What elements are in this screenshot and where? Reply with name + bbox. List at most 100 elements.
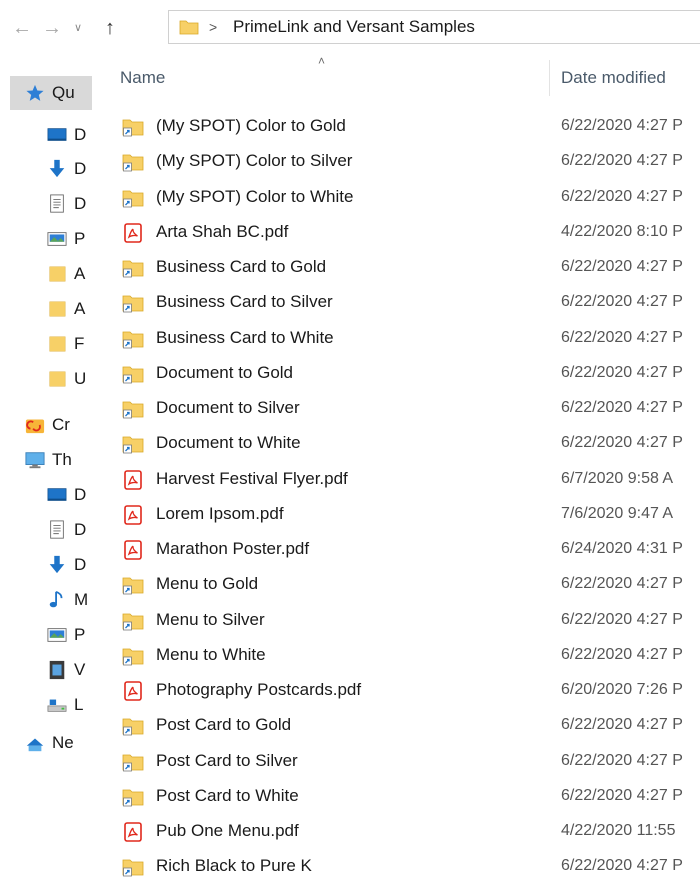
file-date-modified: 6/22/2020 4:27 P: [561, 328, 683, 346]
nav-item[interactable]: A: [0, 292, 92, 326]
nav-item[interactable]: F: [0, 327, 92, 361]
file-row[interactable]: Photography Postcards.pdf 6/20/2020 7:26 …: [92, 673, 700, 708]
nav-item[interactable]: Cr: [0, 408, 92, 442]
nav-item[interactable]: Ne: [0, 726, 92, 760]
nav-item[interactable]: P: [0, 618, 92, 652]
desktop-icon: [47, 128, 67, 141]
folder-shortcut-icon: [122, 119, 144, 137]
file-row[interactable]: (My SPOT) Color to White 6/22/2020 4:27 P: [92, 180, 700, 215]
file-name: Lorem Ipsom.pdf: [156, 503, 284, 523]
file-date-modified: 4/22/2020 8:10 P: [561, 222, 683, 240]
file-row[interactable]: Harvest Festival Flyer.pdf 6/7/2020 9:58 …: [92, 462, 700, 497]
file-date-modified: 6/20/2020 7:26 P: [561, 681, 683, 698]
nav-item-label: D: [74, 125, 87, 144]
forward-arrow-icon[interactable]: →: [40, 14, 64, 42]
file-row[interactable]: Menu to Gold 6/22/2020 4:27 P: [92, 567, 700, 602]
file-date-modified: 6/22/2020 4:27 P: [561, 152, 683, 170]
nav-item[interactable]: V: [0, 653, 92, 687]
file-name: Business Card to White: [156, 327, 334, 347]
breadcrumb-current-folder[interactable]: PrimeLink and Versant Samples: [233, 16, 475, 38]
nav-item-label: L: [74, 695, 84, 714]
file-date-modified: 6/22/2020 4:27 P: [561, 645, 683, 663]
file-row[interactable]: (My SPOT) Color to Silver 6/22/2020 4:27 …: [92, 144, 700, 179]
file-name: Document to White: [156, 433, 301, 453]
breadcrumb-separator[interactable]: >: [209, 16, 217, 38]
file-row[interactable]: Business Card to Silver 6/22/2020 4:27 P: [92, 285, 700, 320]
folder-shortcut-icon: [122, 154, 144, 172]
nav-item[interactable]: D: [0, 187, 92, 221]
nav-item[interactable]: U: [0, 362, 92, 396]
nav-item-label: V: [74, 660, 86, 679]
file-name: Harvest Festival Flyer.pdf: [156, 468, 348, 488]
file-row[interactable]: Document to Silver 6/22/2020 4:27 P: [92, 391, 700, 426]
file-name: Post Card to Gold: [156, 715, 292, 735]
nav-item-label: Cr: [52, 415, 70, 434]
nav-item[interactable]: Qu: [10, 76, 92, 110]
file-row[interactable]: Post Card to Silver 6/22/2020 4:27 P: [92, 744, 700, 779]
file-row[interactable]: Marathon Poster.pdf 6/24/2020 4:31 P: [92, 532, 700, 567]
file-row[interactable]: Business Card to Gold 6/22/2020 4:27 P: [92, 250, 700, 285]
address-bar: ← → ∨ ↑ > PrimeLink and Versant Samples: [0, 0, 700, 56]
address-input[interactable]: > PrimeLink and Versant Samples: [168, 10, 700, 44]
file-name: Business Card to Silver: [156, 292, 333, 312]
file-row[interactable]: Lorem Ipsom.pdf 7/6/2020 9:47 A: [92, 497, 700, 532]
nav-item-label: D: [74, 555, 87, 574]
documents-icon: [50, 520, 64, 539]
file-name: Post Card to White: [156, 785, 299, 805]
folder-icon: [49, 371, 66, 387]
nav-item[interactable]: A: [0, 257, 92, 291]
file-row[interactable]: Rich Black to Pure K 6/22/2020 4:27 P: [92, 849, 700, 880]
file-row[interactable]: (My SPOT) Color to Gold 6/22/2020 4:27 P: [92, 109, 700, 144]
file-row[interactable]: Document to White 6/22/2020 4:27 P: [92, 426, 700, 461]
nav-item[interactable]: D: [0, 118, 92, 152]
star-icon: [26, 84, 44, 101]
file-row[interactable]: Business Card to White 6/22/2020 4:27 P: [92, 321, 700, 356]
file-date-modified: 4/22/2020 11:55: [561, 822, 676, 839]
network-icon: [26, 738, 44, 752]
folder-shortcut-icon: [122, 366, 144, 384]
file-name: (My SPOT) Color to Gold: [156, 116, 346, 135]
recent-locations-chevron-icon[interactable]: ∨: [70, 14, 86, 42]
column-header-date-modified[interactable]: Date modified: [561, 68, 666, 88]
column-divider[interactable]: [549, 60, 550, 96]
file-row[interactable]: Post Card to White 6/22/2020 4:27 P: [92, 779, 700, 814]
nav-item[interactable]: Th: [0, 443, 92, 477]
column-header-name[interactable]: Name: [120, 68, 165, 88]
folder-shortcut-icon: [122, 789, 144, 807]
file-row[interactable]: Arta Shah BC.pdf 4/22/2020 8:10 P: [92, 215, 700, 250]
pdf-file-icon: [124, 540, 142, 560]
nav-item-label: M: [74, 590, 89, 609]
file-date-modified: 6/22/2020 4:27 P: [561, 716, 683, 734]
folder-shortcut-icon: [122, 436, 144, 454]
documents-icon: [50, 194, 64, 213]
folder-shortcut-icon: [122, 260, 144, 278]
nav-item[interactable]: D: [0, 478, 92, 512]
folder-icon: [49, 336, 66, 352]
file-name: (My SPOT) Color to Silver: [156, 151, 353, 171]
nav-item[interactable]: L: [0, 688, 92, 722]
back-arrow-icon[interactable]: ←: [10, 14, 34, 42]
file-row[interactable]: Menu to White 6/22/2020 4:27 P: [92, 638, 700, 673]
up-arrow-icon[interactable]: ↑: [98, 14, 122, 42]
desktop-icon: [47, 488, 67, 501]
nav-item[interactable]: M: [0, 583, 92, 617]
nav-item-label: Qu: [52, 83, 75, 102]
nav-item-label: A: [74, 299, 86, 318]
file-date-modified: 6/7/2020 9:58 A: [561, 469, 674, 487]
file-date-modified: 6/22/2020 4:27 P: [561, 117, 683, 134]
file-date-modified: 6/22/2020 4:27 P: [561, 575, 683, 593]
videos-icon: [49, 660, 65, 680]
file-row[interactable]: Post Card to Gold 6/22/2020 4:27 P: [92, 708, 700, 743]
nav-item[interactable]: D: [0, 513, 92, 547]
file-row[interactable]: Menu to Silver 6/22/2020 4:27 P: [92, 603, 700, 638]
nav-item-label: P: [74, 625, 86, 644]
nav-item[interactable]: D: [0, 548, 92, 582]
nav-item[interactable]: D: [0, 152, 92, 186]
file-date-modified: 6/22/2020 4:27 P: [561, 751, 683, 769]
file-row[interactable]: Document to Gold 6/22/2020 4:27 P: [92, 356, 700, 391]
file-row[interactable]: Pub One Menu.pdf 4/22/2020 11:55: [92, 814, 700, 849]
file-rows: (My SPOT) Color to Gold 6/22/2020 4:27 P(…: [92, 109, 700, 880]
music-icon: [49, 590, 63, 608]
nav-item[interactable]: P: [0, 222, 92, 256]
nav-item-label: D: [74, 520, 87, 539]
